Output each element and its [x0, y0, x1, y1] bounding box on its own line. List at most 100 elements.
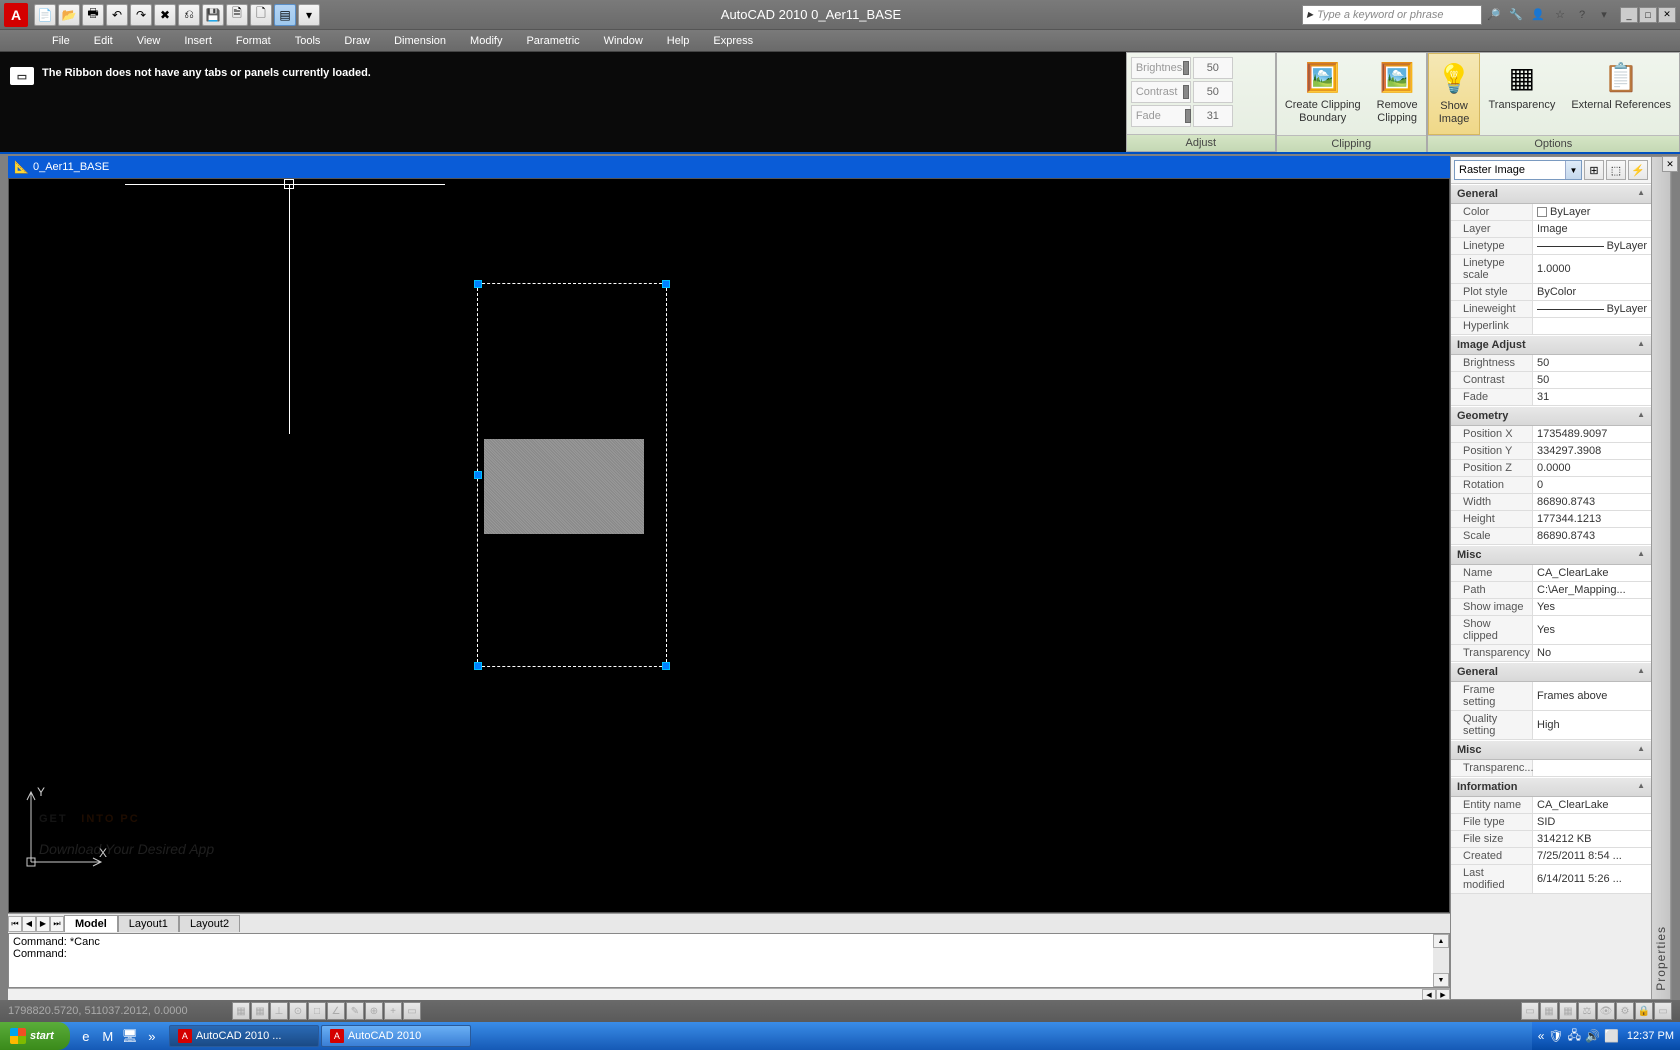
prop-value[interactable]: SID — [1533, 814, 1651, 830]
prop-row[interactable]: Plot styleByColor — [1451, 284, 1651, 301]
prop-row[interactable]: Entity nameCA_ClearLake — [1451, 797, 1651, 814]
tray-shield-icon[interactable]: 🛡 — [1548, 1029, 1563, 1043]
tab-prev-button[interactable]: ◀ — [22, 916, 36, 932]
document-title-bar[interactable]: 📐 0_Aer11_BASE _ □ ✕ — [8, 156, 1450, 178]
prop-category-information[interactable]: Information▲ — [1451, 777, 1651, 797]
qat-dropdown-icon[interactable]: ▾ — [298, 4, 320, 26]
prop-value[interactable]: 177344.1213 — [1533, 511, 1651, 527]
favorite-icon[interactable]: ☆ — [1550, 5, 1570, 25]
adjust-brightness-slider[interactable]: Brightness — [1131, 57, 1191, 79]
prop-row[interactable]: Height177344.1213 — [1451, 511, 1651, 528]
prop-category-general[interactable]: General▲ — [1451, 662, 1651, 682]
lwt-toggle[interactable]: + — [384, 1002, 402, 1020]
prop-row[interactable]: Transparenc... — [1451, 760, 1651, 777]
prop-value[interactable]: Frames above — [1533, 682, 1651, 710]
maximize-button[interactable]: □ — [1639, 7, 1657, 23]
prop-value[interactable]: 7/25/2011 8:54 ... — [1533, 848, 1651, 864]
quick-view-layouts[interactable]: ▦ — [1540, 1002, 1558, 1020]
prop-value[interactable]: Image — [1533, 221, 1651, 237]
tab-model[interactable]: Model — [64, 915, 118, 932]
prop-value[interactable]: Yes — [1533, 616, 1651, 644]
prop-row[interactable]: Show imageYes — [1451, 599, 1651, 616]
prop-value[interactable]: 50 — [1533, 372, 1651, 388]
taskbar-task[interactable]: AAutoCAD 2010 — [321, 1025, 471, 1047]
tab-next-button[interactable]: ▶ — [36, 916, 50, 932]
prop-category-geometry[interactable]: Geometry▲ — [1451, 406, 1651, 426]
prop-row[interactable]: Created7/25/2011 8:54 ... — [1451, 848, 1651, 865]
ducs-toggle[interactable]: ✎ — [346, 1002, 364, 1020]
tray-expand-icon[interactable]: « — [1538, 1029, 1545, 1043]
prop-row[interactable]: Contrast50 — [1451, 372, 1651, 389]
toolbar-lock[interactable]: 🔒 — [1635, 1002, 1653, 1020]
menu-edit[interactable]: Edit — [82, 32, 125, 50]
cmd-prompt[interactable]: Command: — [13, 948, 1429, 960]
menu-modify[interactable]: Modify — [458, 32, 514, 50]
menu-file[interactable]: File — [40, 32, 82, 50]
adjust-brightness-value[interactable]: 50 — [1193, 57, 1233, 79]
panel-title-adjust[interactable]: Adjust — [1127, 134, 1275, 151]
quick-select-button[interactable]: ⚡ — [1628, 160, 1648, 180]
desktop-icon[interactable]: 🖥 — [120, 1026, 140, 1046]
redo-icon[interactable]: ↷ — [130, 4, 152, 26]
coordinates-display[interactable]: 1798820.5720, 511037.2012, 0.0000 — [8, 1005, 228, 1017]
prop-row[interactable]: PathC:\Aer_Mapping... — [1451, 582, 1651, 599]
chevron-down-icon[interactable]: ▼ — [1565, 161, 1581, 179]
prop-row[interactable]: Position Z0.0000 — [1451, 460, 1651, 477]
clean-screen[interactable]: ▭ — [1654, 1002, 1672, 1020]
prop-row[interactable]: Position X1735489.9097 — [1451, 426, 1651, 443]
prop-value[interactable]: 334297.3908 — [1533, 443, 1651, 459]
selection-frame[interactable] — [477, 283, 667, 667]
prop-value[interactable] — [1533, 318, 1651, 334]
prop-value[interactable]: 86890.8743 — [1533, 494, 1651, 510]
prop-row[interactable]: ColorByLayer — [1451, 204, 1651, 221]
prop-category-misc[interactable]: Misc▲ — [1451, 545, 1651, 565]
model-space-toggle[interactable]: ▭ — [1521, 1002, 1539, 1020]
drawing-canvas[interactable]: Y X GET INTO PC Download Your Desired Ap… — [8, 178, 1450, 913]
otrack-toggle[interactable]: ∠ — [327, 1002, 345, 1020]
qp-toggle[interactable]: ▭ — [403, 1002, 421, 1020]
dropdown-icon[interactable]: ▾ — [1594, 5, 1614, 25]
prop-category-image-adjust[interactable]: Image Adjust▲ — [1451, 335, 1651, 355]
prop-value[interactable]: 314212 KB — [1533, 831, 1651, 847]
menu-view[interactable]: View — [125, 32, 173, 50]
prop-value[interactable]: ByLayer — [1533, 204, 1651, 220]
prop-value[interactable]: 0.0000 — [1533, 460, 1651, 476]
comm-icon[interactable]: 👤 — [1528, 5, 1548, 25]
prop-row[interactable]: Position Y334297.3908 — [1451, 443, 1651, 460]
search-input[interactable]: Type a keyword or phrase — [1302, 5, 1482, 25]
open-icon[interactable]: 📂 — [58, 4, 80, 26]
prop-category-misc[interactable]: Misc▲ — [1451, 740, 1651, 760]
adjust-fade-value[interactable]: 31 — [1193, 105, 1233, 127]
prop-value[interactable]: 0 — [1533, 477, 1651, 493]
palette-close-button[interactable]: ✕ — [1662, 156, 1678, 172]
close-button[interactable]: ✕ — [1658, 7, 1676, 23]
prop-row[interactable]: NameCA_ClearLake — [1451, 565, 1651, 582]
ribbon-btn-create-clipping-boundary[interactable]: 🖼️Create ClippingBoundary — [1277, 53, 1369, 135]
annotation-visibility[interactable]: 👁 — [1597, 1002, 1615, 1020]
adjust-contrast-value[interactable]: 50 — [1193, 81, 1233, 103]
prop-row[interactable]: Quality settingHigh — [1451, 711, 1651, 740]
prop-row[interactable]: Linetype scale1.0000 — [1451, 255, 1651, 284]
quick-view-drawings[interactable]: ▦ — [1559, 1002, 1577, 1020]
search-icon[interactable]: 🔎 — [1484, 5, 1504, 25]
grip-bl[interactable] — [474, 662, 482, 670]
ribbon-btn-transparency[interactable]: ▦Transparency — [1480, 53, 1563, 135]
ribbon-btn-remove-clipping[interactable]: 🖼️RemoveClipping — [1369, 53, 1426, 135]
prop-value[interactable]: 1.0000 — [1533, 255, 1651, 283]
snap-toggle[interactable]: ▦ — [232, 1002, 250, 1020]
prop-row[interactable]: Hyperlink — [1451, 318, 1651, 335]
menu-draw[interactable]: Draw — [332, 32, 382, 50]
adjust-contrast-slider[interactable]: Contrast — [1131, 81, 1191, 103]
ortho-toggle[interactable]: ⊥ — [270, 1002, 288, 1020]
tab-layout2[interactable]: Layout2 — [179, 915, 240, 932]
tray-network-icon[interactable]: 🖧 — [1568, 1026, 1581, 1047]
command-line[interactable]: Command: *Canc Command: ▲▼ — [8, 933, 1450, 988]
prop-value[interactable]: 31 — [1533, 389, 1651, 405]
prop-row[interactable]: Fade31 — [1451, 389, 1651, 406]
scroll-right-icon[interactable]: ▶ — [1436, 989, 1450, 1000]
menu-tools[interactable]: Tools — [283, 32, 333, 50]
menu-insert[interactable]: Insert — [172, 32, 224, 50]
object-type-combo[interactable]: Raster Image▼ — [1454, 160, 1582, 180]
ribbon-btn-external-references[interactable]: 📋External References — [1563, 53, 1679, 135]
polar-toggle[interactable]: ⊙ — [289, 1002, 307, 1020]
